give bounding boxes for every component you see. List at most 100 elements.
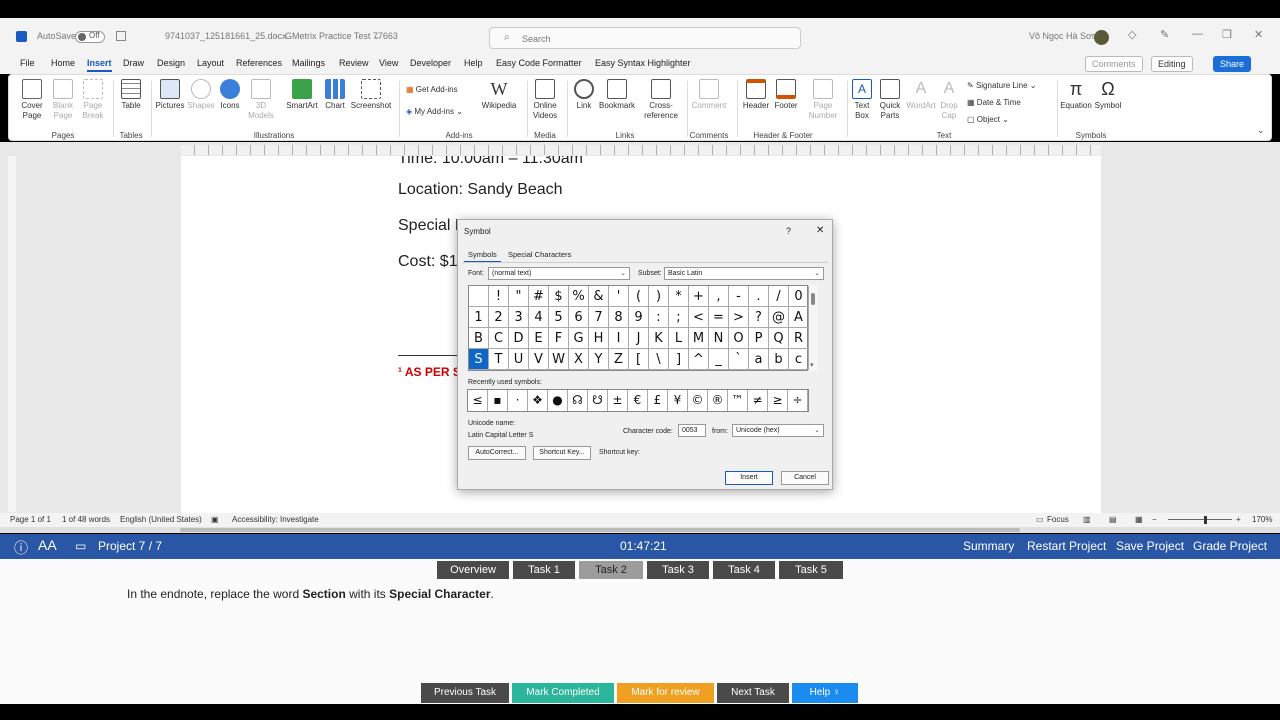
symbol-cell[interactable]: ? (749, 307, 769, 328)
menu-file[interactable]: File (20, 58, 35, 68)
equation-button[interactable]: π Equation (1059, 79, 1093, 111)
symbol-cell[interactable]: W (549, 349, 569, 370)
web-layout-icon[interactable]: ▦ (1135, 515, 1143, 524)
scroll-down-icon[interactable]: ▾ (810, 361, 814, 369)
symbol-cell[interactable]: L (669, 328, 689, 349)
tab-task-2[interactable]: Task 2 (579, 561, 643, 579)
menu-mailings[interactable]: Mailings (292, 58, 325, 68)
symbol-cell[interactable]: B (469, 328, 489, 349)
recent-symbol-cell[interactable]: ☊ (568, 390, 588, 411)
symbol-cell[interactable]: U (509, 349, 529, 370)
symbol-cell[interactable]: 7 (589, 307, 609, 328)
comment-button[interactable]: Comment (685, 79, 733, 111)
zoom-out-icon[interactable]: − (1152, 515, 1157, 524)
symbol-cell[interactable]: a (749, 349, 769, 370)
menu-help[interactable]: Help (464, 58, 483, 68)
help-circle-icon[interactable]: ⓘ (14, 538, 28, 558)
recent-symbol-cell[interactable]: ≥ (768, 390, 788, 411)
symbol-cell[interactable]: - (729, 286, 749, 307)
symbol-cell[interactable]: < (689, 307, 709, 328)
recent-symbol-cell[interactable]: ≠ (748, 390, 768, 411)
symbol-cell[interactable]: ; (669, 307, 689, 328)
symbol-cell[interactable]: O (729, 328, 749, 349)
tab-special-characters[interactable]: Special Characters (504, 248, 575, 261)
symbol-cell[interactable]: E (529, 328, 549, 349)
tab-task-1[interactable]: Task 1 (513, 561, 575, 579)
symbol-cell[interactable]: R (789, 328, 809, 349)
mark-for-review-button[interactable]: Mark for review (617, 683, 714, 703)
autocorrect-button[interactable]: AutoCorrect... (468, 446, 526, 460)
symbol-cell[interactable]: # (529, 286, 549, 307)
menu-view[interactable]: View (379, 58, 398, 68)
symbol-cell[interactable]: N (709, 328, 729, 349)
symbol-cell[interactable]: 5 (549, 307, 569, 328)
insert-button[interactable]: Insert (725, 471, 773, 485)
object-button[interactable]: ▢ Object ⌄ (967, 115, 1009, 124)
recent-symbol-cell[interactable]: £ (648, 390, 668, 411)
tab-task-5[interactable]: Task 5 (779, 561, 843, 579)
restore-icon[interactable]: ❐ (1222, 28, 1232, 41)
cancel-button[interactable]: Cancel (781, 471, 829, 485)
symbol-cell[interactable]: $ (549, 286, 569, 307)
subset-select[interactable]: Basic Latin ⌄ (664, 267, 824, 280)
endnote-text[interactable]: ¹ AS PER S (398, 365, 461, 379)
symbol-cell[interactable]: * (669, 286, 689, 307)
menu-developer[interactable]: Developer (410, 58, 451, 68)
symbol-cell[interactable]: / (769, 286, 789, 307)
symbol-cell[interactable]: 3 (509, 307, 529, 328)
chevron-down-icon[interactable]: ⌄ (373, 31, 381, 42)
recent-symbol-cell[interactable]: ≤ (468, 390, 488, 411)
footer-button[interactable]: Footer (771, 79, 801, 111)
menu-easy-code-formatter[interactable]: Easy Code Formatter (496, 58, 582, 68)
symbol-cell[interactable]: G (569, 328, 589, 349)
symbol-cell[interactable]: [ (629, 349, 649, 370)
recent-symbol-cell[interactable]: · (508, 390, 528, 411)
menu-home[interactable]: Home (51, 58, 75, 68)
zoom-slider-thumb[interactable] (1204, 516, 1207, 524)
text-box-button[interactable]: A Text Box (849, 79, 875, 121)
symbol-cell[interactable]: P (749, 328, 769, 349)
table-button[interactable]: Table (117, 79, 145, 111)
symbol-cell[interactable]: % (569, 286, 589, 307)
symbol-cell[interactable]: Y (589, 349, 609, 370)
recent-symbol-cell[interactable]: ® (708, 390, 728, 411)
symbol-cell[interactable]: ' (609, 286, 629, 307)
symbol-cell[interactable]: : (649, 307, 669, 328)
proofing-icon[interactable]: ▣ (211, 515, 219, 524)
font-size-icon[interactable]: AA (38, 537, 57, 553)
font-select[interactable]: (normal text) ⌄ (488, 267, 630, 280)
symbol-cell[interactable]: I (609, 328, 629, 349)
wikipedia-button[interactable]: W Wikipedia (479, 79, 519, 111)
zoom-slider[interactable] (1168, 519, 1232, 520)
symbol-cell[interactable]: , (709, 286, 729, 307)
symbol-cell[interactable]: 4 (529, 307, 549, 328)
menu-draw[interactable]: Draw (123, 58, 144, 68)
my-addins-button[interactable]: ◈ My Add-ins ⌄ (406, 107, 463, 116)
symbol-cell[interactable]: ( (629, 286, 649, 307)
page-count[interactable]: Page 1 of 1 (10, 515, 51, 524)
symbol-cell[interactable]: = (709, 307, 729, 328)
print-layout-icon[interactable]: ▤ (1109, 515, 1117, 524)
page-break-button[interactable]: Page Break (79, 79, 107, 121)
cross-reference-button[interactable]: Cross-reference (639, 79, 683, 121)
icons-button[interactable]: Icons (217, 79, 243, 111)
symbol-cell[interactable]: ] (669, 349, 689, 370)
symbol-cell[interactable]: ` (729, 349, 749, 370)
recent-symbol-cell[interactable]: ❖ (528, 390, 548, 411)
signature-line-button[interactable]: ✎ Signature Line ⌄ (967, 81, 1036, 90)
word-count[interactable]: 1 of 48 words (62, 515, 110, 524)
symbol-cell[interactable]: 9 (629, 307, 649, 328)
share-button[interactable]: Share (1213, 56, 1252, 72)
get-addins-button[interactable]: ▦ Get Add-ins (406, 85, 458, 94)
comments-button[interactable]: Comments (1085, 56, 1143, 72)
symbol-cell[interactable]: F (549, 328, 569, 349)
symbol-cell[interactable]: ! (489, 286, 509, 307)
symbol-cell[interactable]: 0 (789, 286, 809, 307)
symbol-cell[interactable]: S (469, 349, 489, 370)
accessibility-status[interactable]: Accessibility: Investigate (232, 515, 319, 524)
symbol-cell[interactable]: 6 (569, 307, 589, 328)
page-number-button[interactable]: Page Number (801, 79, 845, 121)
minimize-icon[interactable]: — (1192, 28, 1203, 40)
symbol-cell[interactable]: 8 (609, 307, 629, 328)
symbol-grid-scrollbar[interactable]: ▾ (809, 285, 818, 371)
